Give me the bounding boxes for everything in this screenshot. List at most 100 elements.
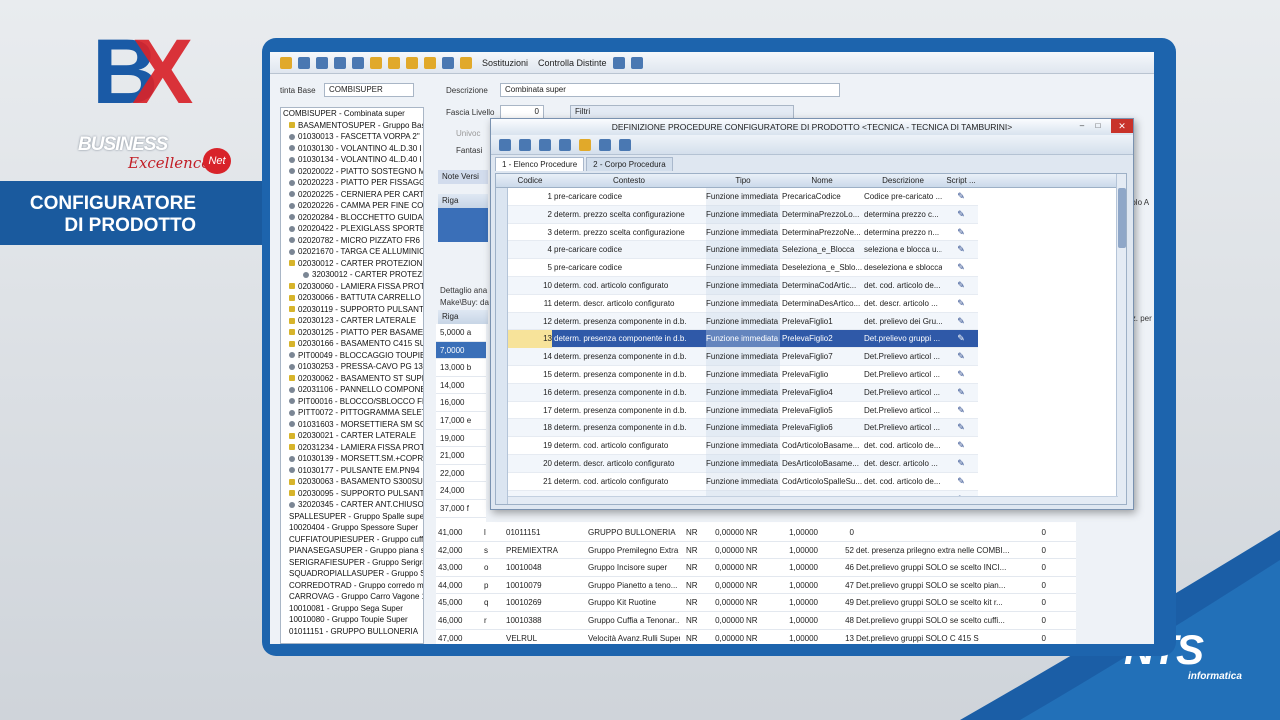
script-edit-icon[interactable]: ✎ (944, 348, 978, 366)
tab-elenco-procedure[interactable]: 1 - Elenco Procedure (495, 157, 585, 171)
detail-row[interactable]: 45,000 q 10010269 Gruppo Kit Ruotine NR 0,000… (436, 594, 1076, 612)
tree-item[interactable]: 02020284 - BLOCCHETTO GUIDA (281, 212, 423, 224)
detail-row[interactable]: 43,000 o 10010048 Gruppo Incisore super NR 0,… (436, 559, 1076, 577)
fantasia-checkbox[interactable]: Fantasi (456, 146, 482, 155)
delete-icon[interactable] (334, 56, 346, 69)
col-nome[interactable]: Nome (782, 174, 862, 188)
tree-item[interactable]: 32020345 - CARTER ANT.CHIUSO (281, 499, 423, 511)
script-edit-icon[interactable]: ✎ (944, 241, 978, 259)
script-edit-icon[interactable]: ✎ (944, 402, 978, 420)
tree-item[interactable]: BASAMENTOSUPER - Gruppo Basame (281, 120, 423, 132)
script-edit-icon[interactable]: ✎ (944, 188, 978, 206)
univoc-checkbox[interactable]: Univoc (456, 129, 480, 138)
tree-item[interactable]: 01030130 - VOLANTINO 4L.D.30 I (281, 143, 423, 155)
procedure-row[interactable]: 3 determ. prezzo scelta configurazione Fun… (508, 223, 978, 242)
tree-item[interactable]: 02020226 - CAMMA PER FINE CO (281, 200, 423, 212)
tree-item[interactable]: 02030166 - BASAMENTO C415 SU (281, 338, 423, 350)
undo-icon[interactable] (539, 138, 551, 151)
col-codice[interactable]: Codice (508, 174, 552, 188)
detail-row[interactable]: 42,000 s PREMIEXTRA Gruppo Premilegno Extra… (436, 542, 1076, 560)
descrizione-field[interactable]: Combinata super (500, 83, 840, 97)
script-edit-icon[interactable]: ✎ (944, 206, 978, 224)
detail-row[interactable]: 46,000 r 10010388 Gruppo Cuffia a Tenonar..… (436, 612, 1076, 630)
script-edit-icon[interactable]: ✎ (944, 330, 978, 348)
filtri-field[interactable]: Filtri (570, 105, 794, 119)
script-edit-icon[interactable]: ✎ (944, 473, 978, 491)
script-edit-icon[interactable]: ✎ (944, 295, 978, 313)
script-edit-icon[interactable]: ✎ (944, 437, 978, 455)
tree-item[interactable]: 01030139 - MORSETT.SM.+COPR (281, 453, 423, 465)
script-edit-icon[interactable]: ✎ (944, 224, 978, 242)
tree-item[interactable]: PIT00016 - BLOCCO/SBLOCCO FR (281, 396, 423, 408)
scroll-thumb[interactable] (1118, 188, 1126, 248)
tree-item[interactable]: 01031603 - MORSETTIERA SM SC (281, 419, 423, 431)
tree-item[interactable]: SERIGRAFIESUPER - Gruppo Serigraf (281, 557, 423, 569)
tree-item[interactable]: 10020404 - Gruppo Spessore Super (281, 522, 423, 534)
tree-item[interactable]: 02030012 - CARTER PROTEZIONI (281, 258, 423, 270)
maximize-icon[interactable]: □ (1093, 121, 1103, 131)
procedure-row[interactable]: 20 determ. descr. articolo configurato Fun… (508, 455, 978, 473)
script-edit-icon[interactable]: ✎ (944, 366, 978, 384)
tree-item[interactable]: 10010081 - Gruppo Sega Super (281, 603, 423, 615)
detail-row[interactable]: 44,000 p 10010079 Gruppo Pianetto a teno...… (436, 577, 1076, 595)
help-icon[interactable] (612, 56, 625, 69)
procedure-row[interactable]: 17 determ. presenza componente in d.b. Fun… (508, 401, 978, 420)
binoculars-icon[interactable] (352, 56, 364, 69)
tree-item[interactable]: SQUADROPIALLASUPER - Gruppo Sq (281, 568, 423, 580)
tree-item[interactable]: 02030021 - CARTER LATERALE (281, 430, 423, 442)
procedure-row[interactable]: 4 pre-caricare codice Funzione immediata Se… (508, 241, 978, 260)
tree-item[interactable]: 02030062 - BASAMENTO ST SUPE (281, 373, 423, 385)
tree-item[interactable]: PITT0072 - PITTOGRAMMA SELET (281, 407, 423, 419)
horizontal-scrollbar[interactable] (508, 496, 1118, 504)
controlla-distinte-menu[interactable]: Controlla Distinte (538, 58, 607, 68)
procedure-row[interactable]: 15 determ. presenza componente in d.b. Fun… (508, 366, 978, 384)
procedure-row[interactable]: 11 determ. descr. articolo configurato Fun… (508, 294, 978, 313)
script-edit-icon[interactable]: ✎ (944, 419, 978, 437)
tree-item[interactable]: 02030066 - BATTUTA CARRELLO (281, 292, 423, 304)
tree-item[interactable]: 02031234 - LAMIERA FISSA PROT (281, 442, 423, 454)
help-icon[interactable] (599, 138, 611, 151)
tree-item[interactable]: 02030063 - BASAMENTO S300SUI (281, 476, 423, 488)
tree-item[interactable]: 01030013 - FASCETTA VORPA 2" (281, 131, 423, 143)
procedure-row[interactable]: 12 determ. presenza componente in d.b. Fun… (508, 312, 978, 331)
tree-item[interactable]: CORREDOTRAD - Gruppo corredo m (281, 580, 423, 592)
sostituzioni-menu[interactable]: Sostituzioni (482, 58, 528, 68)
new-icon[interactable] (499, 138, 511, 151)
procedure-row[interactable]: 10 determ. cod. articolo configurato Funzi… (508, 277, 978, 295)
delete-icon[interactable] (559, 138, 571, 151)
tree-item[interactable]: 02020782 - MICRO PIZZATO FR6 (281, 235, 423, 247)
tool2-icon[interactable] (388, 56, 400, 69)
fascia-field[interactable]: 0 (500, 105, 544, 119)
tree-item[interactable]: 01011151 - GRUPPO BULLONERIA (281, 626, 423, 638)
save-icon[interactable] (519, 138, 531, 151)
tree-item[interactable]: PIT00049 - BLOCCAGGIO TOUPIE (281, 350, 423, 362)
tool3-icon[interactable] (406, 56, 418, 69)
tree-item[interactable]: 32030012 - CARTER PROTEZI (281, 269, 423, 281)
procedure-row[interactable]: 21 determ. cod. articolo configurato Funzi… (508, 472, 978, 491)
exit-icon[interactable] (619, 138, 631, 151)
script-edit-icon[interactable]: ✎ (944, 455, 978, 473)
procedure-row[interactable]: 5 pre-caricare codice Funzione immediata De… (508, 259, 978, 277)
script-edit-icon[interactable]: ✎ (944, 313, 978, 331)
exit-icon[interactable] (630, 56, 643, 69)
tree-item[interactable]: 02030123 - CARTER LATERALE (281, 315, 423, 327)
open-icon[interactable] (280, 56, 292, 69)
tool4-icon[interactable] (424, 56, 436, 69)
detail-row[interactable]: 47,000 VELRUL Velocità Avanz.Rulli Super NR… (436, 630, 1076, 644)
minimize-icon[interactable]: – (1077, 121, 1087, 131)
script-edit-icon[interactable]: ✎ (944, 384, 978, 402)
tree-item[interactable]: 02030060 - LAMIERA FISSA PROT (281, 281, 423, 293)
procedure-row[interactable]: 18 determ. presenza componente in d.b. Fun… (508, 419, 978, 438)
tree-item[interactable]: 01030177 - PULSANTE EM.PN94 (281, 465, 423, 477)
procedure-row[interactable]: 14 determ. presenza componente in d.b. Fun… (508, 348, 978, 366)
close-icon[interactable]: ✕ (1111, 119, 1133, 133)
script-edit-icon[interactable]: ✎ (944, 277, 978, 295)
col-descrizione[interactable]: Descrizione (864, 174, 942, 188)
tree-item[interactable]: CUFFIATOUPIESUPER - Gruppo cuffia (281, 534, 423, 546)
tree-item[interactable]: 01030134 - VOLANTINO 4L.D.40 I (281, 154, 423, 166)
script-edit-icon[interactable]: ✎ (944, 259, 978, 277)
procedure-row[interactable]: 19 determ. cod. articolo configurato Funzi… (508, 437, 978, 455)
col-contesto[interactable]: Contesto (554, 174, 704, 188)
tree-item[interactable]: SPALLESUPER - Gruppo Spalle super (281, 511, 423, 523)
tree-item[interactable]: 02030095 - SUPPORTO PULSANT (281, 488, 423, 500)
